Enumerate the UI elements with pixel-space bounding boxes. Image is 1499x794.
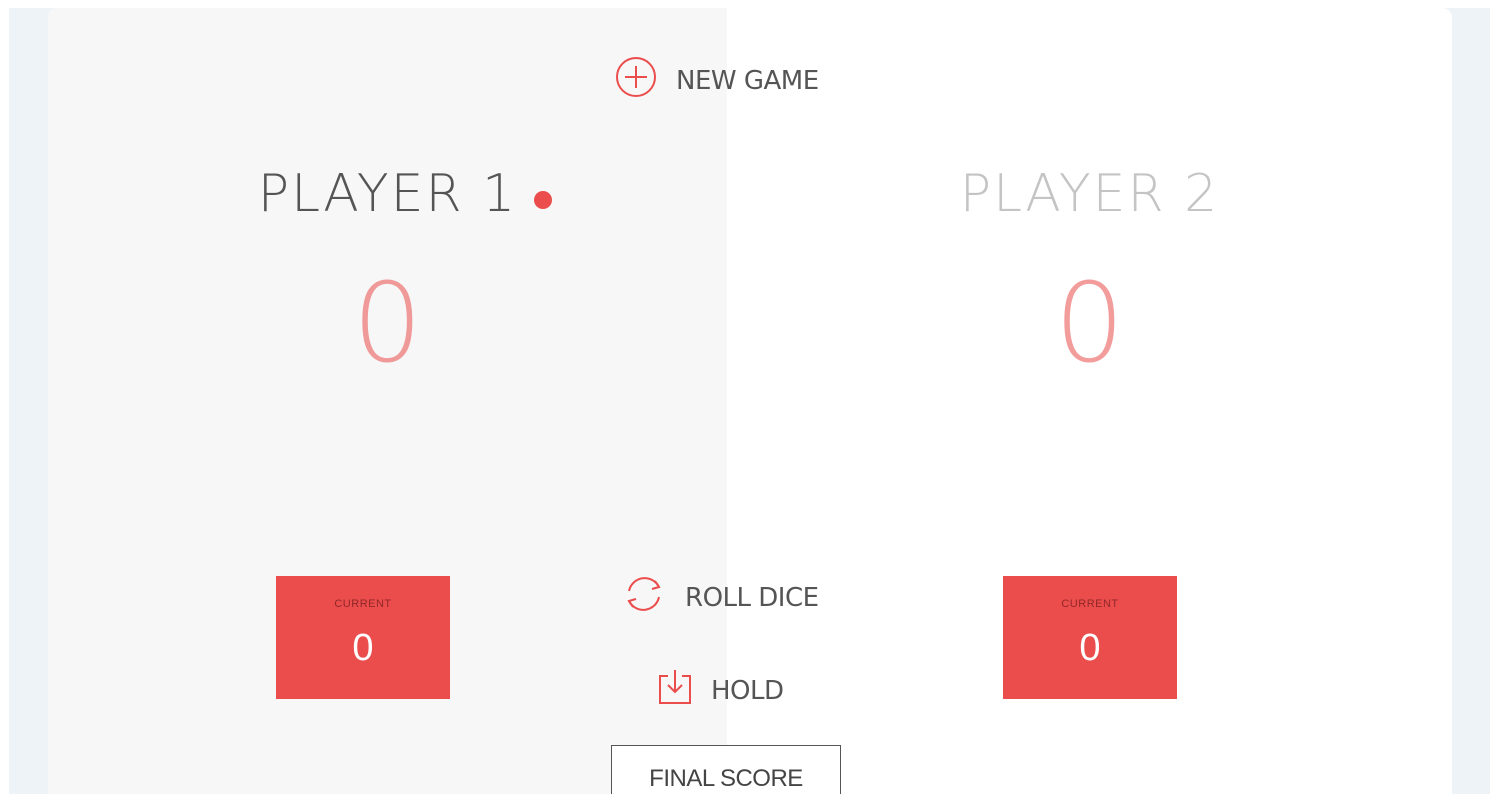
new-game-label: NEW GAME	[676, 65, 819, 96]
refresh-icon	[621, 571, 667, 624]
player-1-current-score: 0	[352, 627, 374, 669]
roll-dice-button[interactable]: ROLL DICE	[621, 571, 819, 624]
new-game-button[interactable]: NEW GAME	[614, 55, 819, 106]
final-score-input[interactable]: FINAL SCORE	[611, 745, 841, 794]
player-2-current-box: CURRENT 0	[1003, 576, 1177, 699]
player-1-panel: PLAYER 1 0 CURRENT 0	[48, 8, 727, 794]
hold-button[interactable]: HOLD	[657, 668, 784, 713]
plus-circle-icon	[614, 55, 658, 106]
player-2-score: 0	[1054, 259, 1125, 387]
game-board: PLAYER 1 0 CURRENT 0 PLAYER 2 0 CURRENT …	[48, 8, 1452, 794]
active-player-dot-icon	[534, 191, 552, 209]
player-1-current-box: CURRENT 0	[276, 576, 450, 699]
player-1-current-label: CURRENT	[334, 598, 392, 610]
roll-dice-label: ROLL DICE	[685, 582, 819, 613]
hold-label: HOLD	[711, 675, 784, 706]
download-icon	[657, 668, 693, 713]
player-2-panel: PLAYER 2 0 CURRENT 0	[727, 8, 1452, 794]
player-2-current-label: CURRENT	[1061, 598, 1119, 610]
player-2-current-score: 0	[1079, 627, 1101, 669]
player-1-name: PLAYER 1	[257, 164, 518, 224]
game-page: PLAYER 1 0 CURRENT 0 PLAYER 2 0 CURRENT …	[0, 0, 1499, 794]
player-2-name: PLAYER 2	[959, 164, 1220, 224]
player-1-score: 0	[352, 259, 423, 387]
